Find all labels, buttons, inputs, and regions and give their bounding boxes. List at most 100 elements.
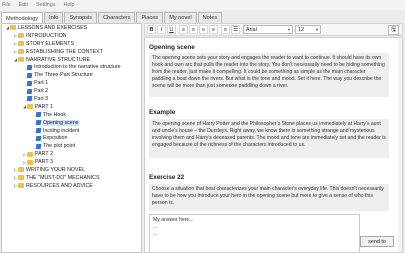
tree-item[interactable]: ▷ PART 2 [2,150,141,158]
format-toolbar: B I U ≡ ≡ ≡ ≡ ≡ ☰ Arial ▼ 12 ▼ 🖫 [144,23,403,36]
exercise-title: Exercise 22 [149,174,185,181]
folder-icon [27,159,33,165]
tree-item-label: The Hook [43,111,66,118]
folder-icon [18,33,24,39]
tab-characters[interactable]: Characters [98,12,136,23]
vertical-scrollbar[interactable] [398,38,402,252]
tree-item[interactable]: Opening scene [2,119,141,127]
document-icon [26,72,33,78]
tree-item-label: Part 1 [34,80,49,87]
tree-item[interactable]: The plot point [2,142,141,150]
document-icon [35,135,42,141]
tree-item-label: INTRODUCTION [26,32,67,39]
folder-icon [18,49,24,55]
tab-places[interactable]: Places [136,12,164,23]
answer-line: ... [153,231,158,237]
folder-icon [18,183,24,189]
tree-item[interactable]: ▷ STORY ELEMENTS [2,40,141,48]
section-text: The opening scene sets your story and en… [149,53,389,97]
tree-item[interactable]: ◢ NARRATIVE STRUCTURE [2,56,141,64]
tree-item-label: STORY ELEMENTS [26,40,74,47]
folder-icon [18,167,24,173]
folder-icon [27,151,33,157]
numbered-list-button[interactable]: ☰ [231,25,240,34]
tree-item-label: WRITING YOUR NOVEL [26,166,86,173]
tree-item-label: THE "MUST-DO" MECHANICS [26,174,100,181]
tree-item-label: PART 3 [35,159,53,166]
align-justify-button[interactable]: ≡ [209,25,218,34]
menu-settings[interactable]: Settings [36,2,55,8]
section-title: Opening scene [149,44,195,51]
tree-item[interactable]: ◢ LESSONS AND EXERCISES [2,24,141,32]
answer-textarea[interactable]: My answer here... ... ... [149,214,360,252]
example-title: Example [149,109,176,116]
tree-item[interactable]: Part 2 [2,87,141,95]
tree-item[interactable]: Introduction to the narrative structure [2,63,141,71]
tab-info[interactable]: Info [44,12,64,23]
menu-bar: File Edit Settings Help [0,0,405,10]
document-icon [35,120,42,126]
font-value: Arial [246,26,257,33]
save-icon[interactable]: 🖫 [388,25,399,35]
italic-button[interactable]: I [157,25,166,34]
tree-item[interactable]: ▷ THE "MUST-DO" MECHANICS [2,174,141,182]
document-icon [26,80,33,86]
document-icon [26,96,33,102]
tree-item-label: Part 3 [34,95,49,102]
align-left-button[interactable]: ≡ [179,25,188,34]
answer-line: My answer here... [153,217,194,223]
tab-my-novel[interactable]: My novel [164,12,197,23]
font-select[interactable]: Arial ▼ [243,25,293,34]
menu-help[interactable]: Help [63,2,74,8]
tab-synopsis[interactable]: Synopsis [64,12,98,23]
tree-item[interactable]: The Three-Part Structure [2,71,141,79]
lesson-content: Opening scene The opening scene sets you… [144,37,403,253]
chevron-down-icon: ▼ [287,27,291,32]
tree-item[interactable]: ▷ ESTABLISHING THE CONTEXT [2,48,141,56]
tree-item-label: Exposition [43,135,68,142]
tree-item-label: Inciting incident [43,127,80,134]
tree-item-label: The plot point [43,143,76,150]
folder-icon [27,104,33,110]
tab-notes[interactable]: Notes [197,12,223,23]
document-icon [35,128,42,134]
exercise-text: Choose a situation that best characteriz… [149,184,389,211]
tree-item[interactable]: Inciting incident [2,127,141,135]
tree-item-label: Part 2 [34,88,49,95]
font-size-select[interactable]: 12 ▼ [295,25,321,34]
tree-item[interactable]: ▷ RESOURCES AND ADVICE [2,182,141,190]
document-icon [35,143,42,149]
tree-item-label: Opening scene [43,119,79,126]
folder-icon [18,57,24,62]
example-text: The opening scene of Harry Potter and th… [149,119,389,158]
tree-item-label: The Three-Part Structure [34,72,93,79]
menu-file[interactable]: File [2,2,11,8]
align-right-button[interactable]: ≡ [199,25,208,34]
tree-item-label: ESTABLISHING THE CONTEXT [26,48,103,55]
folder-icon [18,175,24,181]
tree-item-label: Introduction to the narrative structure [34,64,121,71]
tree-item-label: PART 1 [35,103,53,110]
bullet-list-button[interactable]: ≡ [221,25,230,34]
document-icon [26,88,33,94]
tree-item[interactable]: ▷ PART 3 [2,158,141,166]
align-center-button[interactable]: ≡ [189,25,198,34]
tree-item[interactable]: Part 1 [2,79,141,87]
bold-button[interactable]: B [147,25,156,34]
tree-item-label: PART 2 [35,151,53,158]
tree-item[interactable]: Part 3 [2,95,141,103]
tree-item[interactable]: The Hook [2,111,141,119]
tree-item-label: NARRATIVE STRUCTURE [26,56,91,63]
folder-icon [18,41,24,47]
tree-item-label: LESSONS AND EXERCISES [18,24,88,31]
tree-item-label: RESOURCES AND ADVICE [26,182,93,189]
menu-edit[interactable]: Edit [19,2,28,8]
send-to-button[interactable]: send to [360,236,394,247]
underline-button[interactable]: U [167,25,176,34]
answer-line: ... [153,224,158,230]
tree-item[interactable]: ▷ WRITING YOUR NOVEL [2,166,141,174]
tree-item[interactable]: ◢ PART 1 [2,103,141,111]
document-icon [35,112,42,118]
tree-item[interactable]: Exposition [2,134,141,142]
tree-item[interactable]: ▷ INTRODUCTION [2,32,141,40]
